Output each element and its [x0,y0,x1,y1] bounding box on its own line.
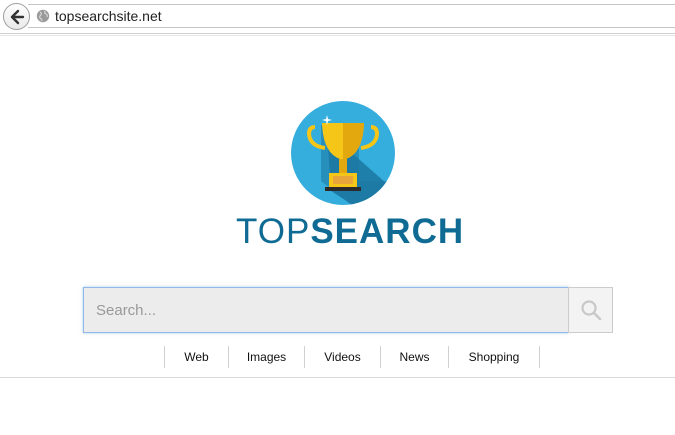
back-button[interactable] [3,3,30,30]
brand-top-text: TOP [236,212,311,251]
search-button[interactable] [568,287,613,333]
url-text[interactable]: topsearchsite.net [55,7,162,25]
globe-icon [36,9,50,23]
trophy-icon [291,101,395,205]
brand-search-text: SEARCH [310,212,465,251]
search-input[interactable] [83,287,569,333]
toolbar-divider [0,33,675,34]
nav-news[interactable]: News [381,346,449,368]
search-icon [580,300,601,321]
nav-shopping[interactable]: Shopping [449,346,540,368]
nav-images[interactable]: Images [229,346,305,368]
nav-web[interactable]: Web [165,346,229,368]
nav-videos[interactable]: Videos [305,346,381,368]
search-category-nav: Web Images Videos News Shopping [164,346,540,368]
browser-toolbar: topsearchsite.net [0,0,675,34]
toolbar-divider-secondary [0,35,675,36]
footer-divider [0,377,675,378]
brand-wordmark: TOPSEARCH [236,210,466,254]
back-arrow-icon [10,9,24,24]
